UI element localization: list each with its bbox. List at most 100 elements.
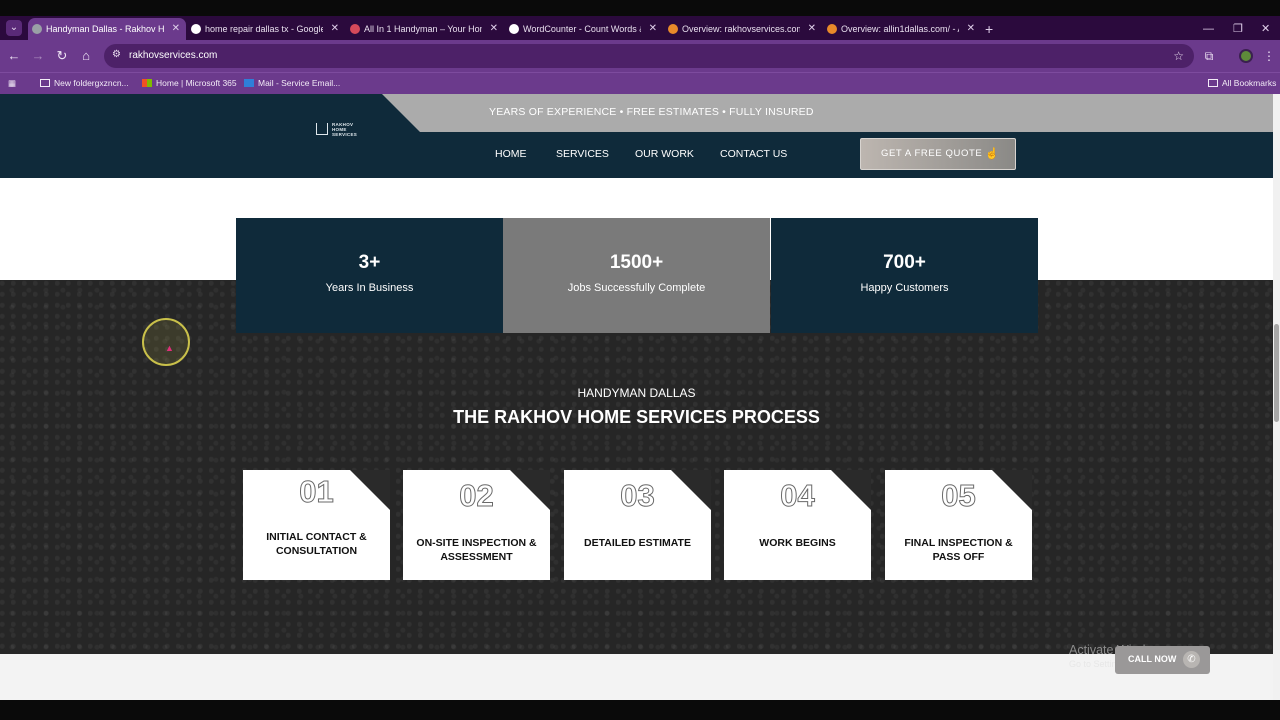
phone-icon: ✆	[1183, 651, 1200, 668]
folder-icon	[1208, 79, 1218, 87]
close-icon[interactable]: ✕	[649, 18, 657, 40]
nav-contact-us[interactable]: CONTACT US	[720, 148, 787, 160]
outlook-icon	[244, 79, 254, 87]
stat-number: 1500+	[609, 252, 664, 273]
page-scrollbar[interactable]	[1273, 94, 1280, 700]
ahrefs-icon	[827, 24, 837, 34]
step-number: 04	[780, 478, 815, 514]
tab-handyman-dallas[interactable]: Handyman Dallas - Rakhov Ho ✕	[28, 18, 186, 40]
site-logo[interactable]: RAKHOV HOME SERVICES	[316, 122, 360, 138]
logo-text: RAKHOV HOME SERVICES	[332, 122, 358, 137]
step-title: ON-SITE INSPECTION & ASSESSMENT	[416, 537, 537, 563]
bookmark-star-icon[interactable]: ☆	[1173, 44, 1184, 68]
tab-wordcounter[interactable]: WordCounter - Count Words & ✕	[505, 18, 663, 40]
step-number: 03	[620, 478, 655, 514]
forward-icon[interactable]: →	[30, 48, 46, 64]
cursor-highlight	[142, 318, 190, 366]
close-icon[interactable]: ✕	[331, 18, 339, 40]
process-card: 05 FINAL INSPECTION & PASS OFF	[885, 470, 1032, 580]
address-bar[interactable]: ⚙ rakhovservices.com ☆	[104, 44, 1194, 68]
call-now-label: CALL NOW	[1128, 654, 1177, 664]
tab-title: Overview: rakhovservices.com/	[682, 24, 800, 34]
process-card: 03 DETAILED ESTIMATE	[564, 470, 711, 580]
tab-all-in-1-handyman[interactable]: All In 1 Handyman – Your Hom ✕	[346, 18, 504, 40]
new-tab-button[interactable]: +	[985, 18, 993, 40]
scroll-thumb[interactable]	[1274, 324, 1279, 422]
bookmark-new-folder[interactable]: New foldergxzncn...	[40, 73, 129, 93]
pointer-icon: ☝	[985, 148, 999, 160]
stat-label: Happy Customers	[860, 282, 949, 294]
site-info-icon[interactable]: ⚙	[112, 49, 121, 60]
nav-services[interactable]: SERVICES	[556, 148, 609, 160]
top-info-text: YEARS OF EXPERIENCE • FREE ESTIMATES • F…	[489, 106, 814, 118]
step-title: DETAILED ESTIMATE	[584, 537, 691, 549]
bookmarks-bar: ▦ New foldergxzncn... Home | Microsoft 3…	[0, 72, 1280, 94]
tab-favicon	[32, 24, 42, 34]
process-title: THE RAKHOV HOME SERVICES PROCESS	[453, 407, 820, 427]
minimize-icon[interactable]: —	[1203, 18, 1214, 40]
close-window-icon[interactable]: ✕	[1261, 18, 1270, 40]
step-number: 01	[299, 474, 334, 510]
step-title: INITIAL CONTACT & CONSULTATION	[266, 531, 367, 557]
restore-icon[interactable]: ❐	[1233, 18, 1243, 40]
tab-title: home repair dallas tx - Google	[205, 24, 323, 34]
tab-google-search[interactable]: home repair dallas tx - Google ✕	[187, 18, 345, 40]
taskbar-edge	[0, 700, 1280, 720]
apps-icon[interactable]: ▦	[8, 73, 16, 93]
bookmark-label: Home | Microsoft 365	[156, 78, 237, 88]
close-icon[interactable]: ✕	[967, 18, 975, 40]
tab-search-icon[interactable]: ⌄	[6, 20, 22, 36]
browser-toolbar: ← → ↻ ⌂ ⚙ rakhovservices.com ☆ ⧉ ⋮	[0, 40, 1280, 72]
quote-button-label: GET A FREE QUOTE	[881, 148, 983, 159]
menu-icon[interactable]: ⋮	[1261, 48, 1277, 64]
ahrefs-icon	[668, 24, 678, 34]
close-icon[interactable]: ✕	[172, 18, 180, 40]
wordcounter-icon	[509, 24, 519, 34]
stat-number: 700+	[883, 252, 926, 273]
tab-title: Overview: allin1dallas.com/ - Al	[841, 24, 959, 34]
all-bookmarks[interactable]: All Bookmarks	[1208, 73, 1276, 93]
screen: ⌄ Handyman Dallas - Rakhov Ho ✕ home rep…	[0, 0, 1280, 720]
home-icon[interactable]: ⌂	[78, 48, 94, 64]
folder-icon	[40, 79, 50, 87]
house-icon	[316, 123, 328, 135]
process-eyebrow: HANDYMAN DALLAS	[577, 386, 696, 400]
bookmark-label: Mail - Service Email...	[258, 78, 341, 88]
web-page: YEARS OF EXPERIENCE • FREE ESTIMATES • F…	[0, 94, 1273, 700]
process-card: 02 ON-SITE INSPECTION & ASSESSMENT	[403, 470, 550, 580]
tab-overview-rakhov[interactable]: Overview: rakhovservices.com/ ✕	[664, 18, 822, 40]
google-icon	[191, 24, 201, 34]
reload-icon[interactable]: ↻	[54, 48, 70, 64]
tab-overview-allin1[interactable]: Overview: allin1dallas.com/ - Al ✕	[823, 18, 981, 40]
all-bookmarks-label: All Bookmarks	[1222, 78, 1277, 88]
close-icon[interactable]: ✕	[490, 18, 498, 40]
close-icon[interactable]: ✕	[808, 18, 816, 40]
process-card: 04 WORK BEGINS	[724, 470, 871, 580]
extensions-icon[interactable]: ⧉	[1201, 48, 1217, 64]
process-card: 01 INITIAL CONTACT & CONSULTATION	[243, 470, 390, 580]
bookmark-mail[interactable]: Mail - Service Email...	[244, 73, 340, 93]
nav-home[interactable]: HOME	[495, 148, 527, 160]
bookmark-microsoft-365[interactable]: Home | Microsoft 365	[142, 73, 237, 93]
tab-favicon	[350, 24, 360, 34]
tab-title: Handyman Dallas - Rakhov Ho	[46, 24, 164, 34]
stat-years: 3+ Years In Business	[236, 218, 503, 333]
tab-title: All In 1 Handyman – Your Hom	[364, 24, 482, 34]
stat-jobs: 1500+ Jobs Successfully Complete	[503, 218, 770, 333]
nav-our-work[interactable]: OUR WORK	[635, 148, 694, 160]
microsoft-icon	[142, 79, 152, 87]
step-title: WORK BEGINS	[759, 537, 836, 549]
site-header: YEARS OF EXPERIENCE • FREE ESTIMATES • F…	[0, 94, 1273, 178]
process-section	[0, 280, 1273, 654]
get-free-quote-button[interactable]: GET A FREE QUOTE ☝	[860, 138, 1016, 170]
logo-line: SERVICES	[332, 131, 358, 137]
stat-label: Years In Business	[325, 282, 414, 294]
call-now-button[interactable]: CALL NOW ✆	[1115, 646, 1210, 674]
back-icon[interactable]: ←	[6, 48, 22, 64]
stat-label: Jobs Successfully Complete	[567, 282, 706, 294]
profile-avatar[interactable]	[1239, 49, 1253, 63]
stats-bar: 3+ Years In Business 1500+ Jobs Successf…	[236, 218, 1038, 333]
bookmark-label: New foldergxzncn...	[54, 78, 129, 88]
tab-bar: ⌄ Handyman Dallas - Rakhov Ho ✕ home rep…	[0, 0, 1280, 40]
step-number: 05	[941, 478, 976, 514]
